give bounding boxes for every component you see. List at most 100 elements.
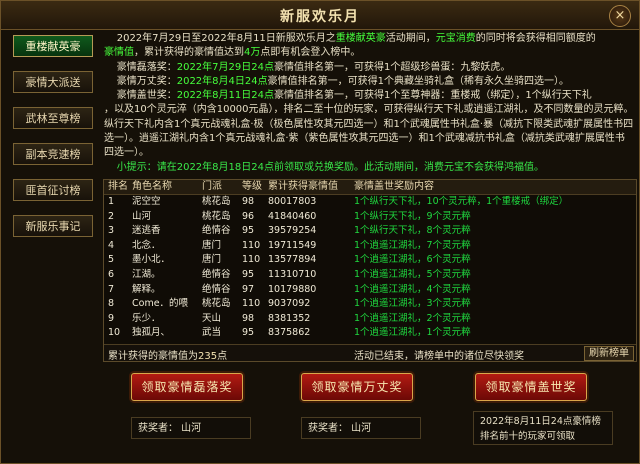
col-rank: 排名	[108, 181, 128, 192]
table-body: 1 泥空空 桃花岛 98 80017803 1个纵行天下礼，10个灵元粹，1个重楼戒（绑定…	[104, 195, 636, 341]
col-value: 累计获得豪情值	[268, 181, 338, 192]
sidebar-item-chonglou[interactable]: 重楼献英豪	[13, 35, 93, 57]
desc-line: 豪情盖世奖：2022年8月11日24点豪情值排名第一，可获得1个至尊神器：重楼戒…	[104, 89, 634, 103]
desc-highlight: 2022年8月4日24点	[176, 75, 268, 87]
desc-highlight: 2022年8月11日24点	[176, 90, 274, 102]
gaishi-note: 2022年8月11日24点豪情榜 排名前十的玩家可领取	[473, 411, 613, 445]
col-level: 等级	[242, 181, 262, 192]
reward-cell: 1个逍遥江湖礼，3个灵元粹	[354, 298, 471, 310]
level-cell: 97	[242, 283, 255, 295]
rank-cell: 9	[108, 312, 115, 324]
school-cell: 唐门	[202, 239, 222, 251]
desc-highlight: 重楼献英豪	[335, 33, 386, 44]
table-row: 3 迷逃香 绝情谷 95 39579254 1个纵行天下礼，8个灵元粹	[104, 224, 636, 239]
sidebar-item-haoqing[interactable]: 豪情大派送	[13, 71, 93, 93]
value-cell: 41840460	[268, 210, 317, 222]
desc-text: 豪情值排名第一，可获得1个至尊神器：重楼戒（绑定），1个纵行天下礼	[273, 90, 592, 102]
table-row: 2 山河 桃花岛 96 41840460 1个纵行天下礼，9个灵元粹	[104, 210, 636, 225]
tip-text: 小提示：请在2022年8月18日24点前领取或兑换奖励。此活动期间，消费元宝不会…	[104, 161, 634, 175]
level-cell: 110	[242, 298, 261, 310]
claim-gaishi-button[interactable]: 领取豪情盖世奖	[475, 373, 587, 401]
value-cell: 13577894	[268, 254, 317, 266]
total-label: 累计获得的豪情值为	[108, 351, 198, 362]
name-cell: Come．的喂	[132, 298, 189, 310]
sidebar-item-fuben[interactable]: 副本竞速榜	[13, 143, 93, 165]
table-row: 1 泥空空 桃花岛 98 80017803 1个纵行天下礼，10个灵元粹，1个重楼戒（绑定…	[104, 195, 636, 210]
desc-line: 豪情万丈奖：2022年8月4日24点豪情值排名第一，可获得1个典藏坐骑礼盒（稀有…	[104, 75, 634, 89]
reward-cell: 1个逍遥江湖礼，7个灵元粹	[354, 239, 471, 251]
col-name: 角色名称	[132, 181, 172, 192]
reward-cell: 1个逍遥江湖礼，1个灵元粹	[354, 327, 471, 339]
reward-cell: 1个逍遥江湖礼，4个灵元粹	[354, 283, 471, 295]
desc-text: 豪情万丈奖：	[116, 75, 177, 87]
table-row: 9 乐少． 天山 98 8381352 1个逍遥江湖礼，2个灵元粹	[104, 312, 636, 327]
school-cell: 绝情谷	[202, 225, 231, 237]
sidebar-item-feishou[interactable]: 匪首征讨榜	[13, 179, 93, 201]
total-number: 235	[198, 351, 218, 362]
sidebar-item-xinfu[interactable]: 新服乐事记	[13, 215, 93, 237]
desc-text: 豪情盖世奖：	[116, 90, 177, 102]
school-cell: 天山	[202, 312, 222, 324]
reward-cell: 1个纵行天下礼，8个灵元粹	[354, 225, 471, 237]
sidebar-item-wulin[interactable]: 武林至尊榜	[13, 107, 93, 129]
level-cell: 95	[242, 225, 255, 237]
value-cell: 8375862	[268, 327, 311, 339]
reward-cell: 1个纵行天下礼，10个灵元粹，1个重楼戒（绑定）	[354, 196, 569, 207]
desc-text: 点即有机会登入榜中。	[260, 47, 361, 59]
total-value: 累计获得的豪情值为235点	[108, 347, 227, 362]
level-cell: 98	[242, 312, 255, 324]
rank-cell: 10	[108, 327, 121, 339]
desc-paragraph: ，以及10个灵元淬（内含10000元晶），排名二至十位的玩家，可获得纵行天下礼或…	[104, 104, 634, 159]
school-cell: 唐门	[202, 254, 222, 266]
claim-wanzhang-button[interactable]: 领取豪情万丈奖	[301, 373, 413, 401]
rank-cell: 8	[108, 298, 115, 310]
reward-cell: 1个纵行天下礼，9个灵元粹	[354, 210, 471, 222]
name-cell: 墨小北．	[132, 254, 171, 266]
level-cell: 110	[242, 254, 261, 266]
desc-line: 豪情磊落奖：2022年7月29日24点豪情值排名第一，可获得1个超级珍兽蛋：九黎…	[104, 61, 634, 75]
name-cell: 北念．	[132, 239, 161, 251]
school-cell: 桃花岛	[202, 210, 231, 222]
name-cell: 解释。	[132, 283, 161, 295]
rank-cell: 5	[108, 254, 115, 266]
desc-highlight: 元宝消费	[435, 33, 476, 44]
value-cell: 19711549	[268, 239, 317, 251]
desc-text: ，累计获得的豪情值达到	[134, 47, 244, 59]
name-cell: 独孤月、	[132, 327, 171, 339]
desc-highlight: 豪情值	[104, 47, 134, 59]
level-cell: 95	[242, 268, 255, 280]
note-line: 排名前十的玩家可领取	[480, 431, 576, 442]
desc-highlight: 4万	[244, 47, 261, 59]
close-icon[interactable]: ×	[609, 5, 631, 27]
sidebar: 重楼献英豪 豪情大派送 武林至尊榜 副本竞速榜 匪首征讨榜 新服乐事记	[9, 35, 95, 251]
desc-text: 活动期间，	[385, 33, 436, 44]
window-title: 新服欢乐月	[280, 9, 360, 25]
school-cell: 桃花岛	[202, 196, 231, 207]
school-cell: 绝情谷	[202, 268, 231, 280]
activity-window: 新服欢乐月 × 重楼献英豪 豪情大派送 武林至尊榜 副本竞速榜 匪首征讨榜 新服…	[0, 0, 640, 464]
table-row: 8 Come．的喂 桃花岛 110 9037092 1个逍遥江湖礼，3个灵元粹	[104, 297, 636, 312]
value-cell: 9037092	[268, 298, 311, 310]
desc-text: 豪情磊落奖：	[116, 61, 177, 73]
rank-cell: 6	[108, 268, 115, 280]
ranking-table: 排名 角色名称 门派 等级 累计获得豪情值 豪情盖世奖励内容 1 泥空空 桃花岛 98…	[103, 179, 637, 362]
reward-cell: 1个逍遥江湖礼，2个灵元粹	[354, 312, 471, 324]
school-cell: 武当	[202, 327, 222, 339]
table-row: 7 解释。 绝情谷 97 10179880 1个逍遥江湖礼，4个灵元粹	[104, 283, 636, 298]
rank-cell: 4	[108, 239, 115, 251]
claim-leiluo-button[interactable]: 领取豪情磊落奖	[131, 373, 243, 401]
activity-description: 2022年7月29日至2022年8月11日新服欢乐月之重楼献英豪活动期间，元宝消…	[104, 32, 634, 180]
table-header: 排名 角色名称 门派 等级 累计获得豪情值 豪情盖世奖励内容	[104, 180, 636, 195]
name-cell: 江湖。	[132, 268, 161, 280]
name-cell: 迷逃香	[132, 225, 161, 237]
value-cell: 80017803	[268, 196, 317, 207]
note-line: 2022年8月11日24点豪情榜	[480, 416, 601, 427]
desc-text: 豪情值排名第一，可获得1个超级珍兽蛋：九黎妖虎。	[273, 61, 511, 73]
name-cell: 泥空空	[132, 196, 161, 207]
refresh-button[interactable]: 刷新榜单	[584, 346, 634, 361]
col-reward: 豪情盖世奖励内容	[354, 181, 434, 192]
name-cell: 乐少．	[132, 312, 161, 324]
status-text: 活动已结束，请榜单中的诸位尽快领奖	[354, 351, 524, 362]
rank-cell: 7	[108, 283, 115, 295]
table-footer: 累计获得的豪情值为235点 活动已结束，请榜单中的诸位尽快领奖 刷新榜单	[104, 344, 636, 362]
